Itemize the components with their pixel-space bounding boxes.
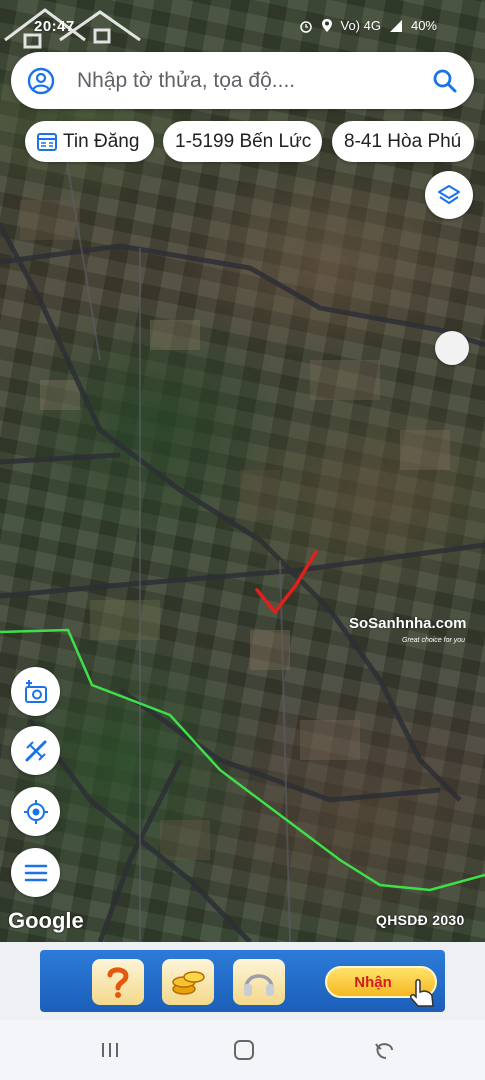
chip-label: 8-41 Hòa Phú bbox=[344, 130, 462, 152]
my-location-icon bbox=[23, 799, 48, 824]
search-input[interactable] bbox=[77, 62, 417, 100]
menu-button[interactable] bbox=[11, 848, 60, 897]
battery-label: 40% bbox=[410, 18, 437, 33]
layers-button[interactable] bbox=[425, 171, 473, 219]
network-label: Vo) 4G bbox=[340, 18, 381, 33]
chip-hoa-phu[interactable]: 8-41 Hòa Phú bbox=[332, 121, 474, 162]
recent-apps-icon[interactable] bbox=[98, 1038, 122, 1062]
hand-pointer-icon bbox=[410, 979, 434, 1007]
ad-banner[interactable]: Nhận bbox=[40, 950, 445, 1012]
chip-ben-luc[interactable]: 1-5199 Bến Lức bbox=[163, 121, 322, 162]
status-icons: Vo) 4G 40% bbox=[299, 18, 437, 33]
chip-label: Tin Đăng bbox=[63, 130, 140, 152]
measure-icon bbox=[25, 740, 46, 761]
ad-tile-coins[interactable] bbox=[162, 959, 214, 1005]
layers-icon bbox=[438, 185, 460, 204]
planning-boundary-line bbox=[0, 628, 485, 892]
home-icon[interactable] bbox=[232, 1038, 256, 1062]
watermark-brand: SoSanhnha.com bbox=[349, 615, 467, 632]
location-icon bbox=[321, 19, 332, 32]
menu-icon bbox=[24, 864, 47, 881]
coins-icon bbox=[172, 971, 205, 995]
camera-plus-icon bbox=[24, 679, 47, 703]
search-icon[interactable] bbox=[432, 68, 458, 94]
status-bar: 20:47 Vo) 4G 40% bbox=[0, 14, 485, 42]
account-icon[interactable] bbox=[27, 67, 55, 95]
headphones-icon bbox=[244, 974, 274, 996]
add-photo-button[interactable] bbox=[11, 667, 60, 716]
chip-label: 1-5199 Bến Lức bbox=[175, 130, 312, 152]
signal-icon bbox=[389, 19, 402, 32]
chip-tin-dang[interactable]: Tin Đăng bbox=[25, 121, 154, 162]
drag-handle[interactable] bbox=[435, 331, 469, 365]
measure-button[interactable] bbox=[11, 726, 60, 775]
search-bar[interactable] bbox=[11, 52, 474, 109]
my-location-button[interactable] bbox=[11, 787, 60, 836]
ad-tile-question[interactable] bbox=[92, 959, 144, 1005]
listing-icon bbox=[37, 132, 57, 151]
plan-label: QHSDĐ 2030 bbox=[376, 912, 465, 928]
android-nav-bar bbox=[0, 1020, 485, 1080]
question-icon bbox=[107, 967, 129, 998]
status-time: 20:47 bbox=[34, 18, 75, 35]
back-icon[interactable] bbox=[372, 1038, 396, 1062]
watermark-tagline: Great choice for you bbox=[402, 637, 466, 644]
ad-button-label: Nhận bbox=[354, 973, 392, 991]
ad-tile-headphones[interactable] bbox=[233, 959, 285, 1005]
google-attribution: Google bbox=[8, 908, 84, 933]
ad-area: Nhận bbox=[0, 942, 485, 1020]
alarm-icon bbox=[299, 20, 312, 33]
checkmark-annotation bbox=[255, 550, 318, 614]
